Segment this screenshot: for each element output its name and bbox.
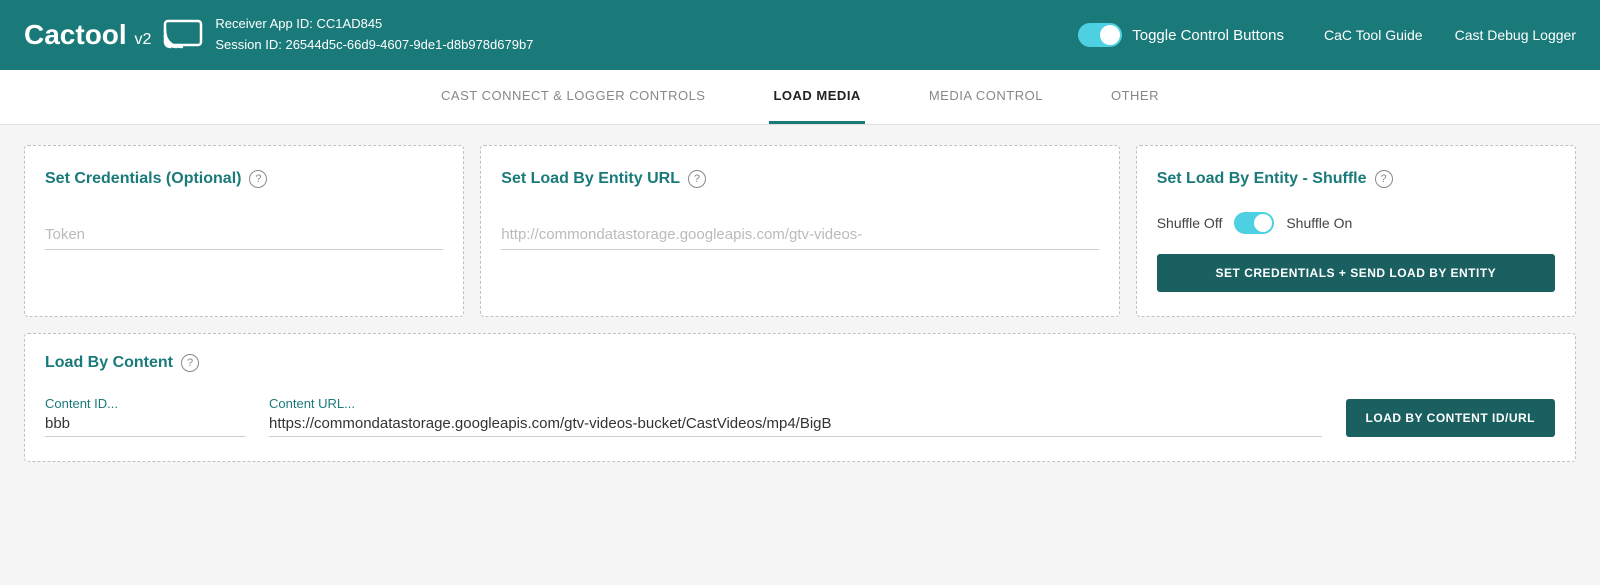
load-by-entity-url-title: Set Load By Entity URL ? <box>501 170 1098 188</box>
tab-other[interactable]: OTHER <box>1107 70 1163 124</box>
content-url-value[interactable]: https://commondatastorage.googleapis.com… <box>269 415 1322 437</box>
shuffle-toggle[interactable] <box>1234 212 1274 234</box>
cast-debug-logger-link[interactable]: Cast Debug Logger <box>1455 27 1576 43</box>
token-input[interactable] <box>45 220 443 250</box>
logo-version: v2 <box>134 31 151 48</box>
credentials-card: Set Credentials (Optional) ? <box>24 145 464 317</box>
tab-load-media[interactable]: LOAD MEDIA <box>769 70 864 124</box>
logo-area: Cactool v2 Receiver App ID: CC1AD845 Ses… <box>24 13 553 57</box>
content-id-value[interactable]: bbb <box>45 415 245 437</box>
credentials-help-icon[interactable]: ? <box>249 170 267 188</box>
toggle-control-area: Toggle Control Buttons <box>1078 23 1284 47</box>
shuffle-off-label: Shuffle Off <box>1157 215 1223 231</box>
content-input-row: Content ID... bbb Content URL... https:/… <box>45 396 1555 437</box>
main-content: Set Credentials (Optional) ? Set Load By… <box>0 125 1600 482</box>
load-by-content-title: Load By Content ? <box>45 354 1555 372</box>
logo-text: Cactool v2 <box>24 19 151 51</box>
shuffle-toggle-row: Shuffle Off Shuffle On <box>1157 212 1555 234</box>
load-by-content-card: Load By Content ? Content ID... bbb Cont… <box>24 333 1576 462</box>
header: Cactool v2 Receiver App ID: CC1AD845 Ses… <box>0 0 1600 70</box>
load-by-entity-url-card: Set Load By Entity URL ? <box>480 145 1119 317</box>
header-links: CaC Tool Guide Cast Debug Logger <box>1324 27 1576 43</box>
toggle-label: Toggle Control Buttons <box>1132 27 1284 44</box>
shuffle-on-label: Shuffle On <box>1286 215 1352 231</box>
app-info: Receiver App ID: CC1AD845 Session ID: 26… <box>215 14 533 56</box>
credentials-title: Set Credentials (Optional) ? <box>45 170 443 188</box>
load-by-content-help-icon[interactable]: ? <box>181 354 199 372</box>
tab-cast-connect[interactable]: CAST CONNECT & LOGGER CONTROLS <box>437 70 709 124</box>
receiver-app-id: Receiver App ID: CC1AD845 <box>215 14 533 35</box>
shuffle-title: Set Load By Entity - Shuffle ? <box>1157 170 1555 188</box>
set-credentials-send-load-by-entity-button[interactable]: SET CREDENTIALS + SEND LOAD BY ENTITY <box>1157 254 1555 292</box>
content-id-field: Content ID... bbb <box>45 396 245 437</box>
entity-url-input[interactable] <box>501 220 1098 250</box>
load-by-content-button[interactable]: LOAD BY CONTENT ID/URL <box>1346 399 1555 437</box>
load-by-entity-url-help-icon[interactable]: ? <box>688 170 706 188</box>
content-id-label: Content ID... <box>45 396 245 411</box>
tab-media-control[interactable]: MEDIA CONTROL <box>925 70 1047 124</box>
cac-tool-guide-link[interactable]: CaC Tool Guide <box>1324 27 1423 43</box>
top-cards-row: Set Credentials (Optional) ? Set Load By… <box>24 145 1576 317</box>
content-url-field: Content URL... https://commondatastorage… <box>269 396 1322 437</box>
nav-tabs: CAST CONNECT & LOGGER CONTROLS LOAD MEDI… <box>0 70 1600 125</box>
shuffle-card: Set Load By Entity - Shuffle ? Shuffle O… <box>1136 145 1576 317</box>
content-url-label: Content URL... <box>269 396 1322 411</box>
session-id: Session ID: 26544d5c-66d9-4607-9de1-d8b9… <box>215 35 533 56</box>
toggle-control-buttons[interactable] <box>1078 23 1122 47</box>
shuffle-help-icon[interactable]: ? <box>1375 170 1393 188</box>
cast-icon <box>163 13 203 57</box>
